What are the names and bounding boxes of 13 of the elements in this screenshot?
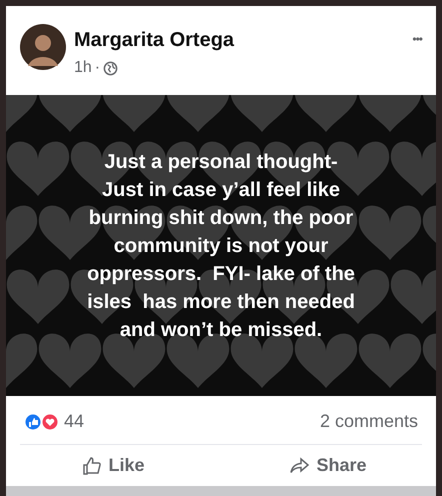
like-button[interactable]: Like	[6, 445, 221, 486]
share-arrow-icon	[290, 456, 310, 474]
post-time: 1h	[74, 58, 92, 78]
avatar[interactable]	[20, 24, 66, 70]
post-text: Just a personal thought- Just in case y’all feel like burning shit down, the poor community is not your oppressors. FYI- lake of the isles has more then needed and won’t be missed.	[87, 150, 355, 342]
author-name[interactable]: Margarita Ortega	[74, 28, 404, 52]
more-menu[interactable]: •••	[412, 24, 422, 48]
reaction-icons[interactable]	[24, 412, 60, 430]
share-button[interactable]: Share	[221, 445, 436, 486]
comment-count[interactable]: 2 comments	[320, 408, 418, 435]
reaction-count[interactable]: 44	[64, 408, 84, 435]
separator: ·	[94, 58, 100, 78]
thumbs-up-icon	[82, 456, 102, 476]
